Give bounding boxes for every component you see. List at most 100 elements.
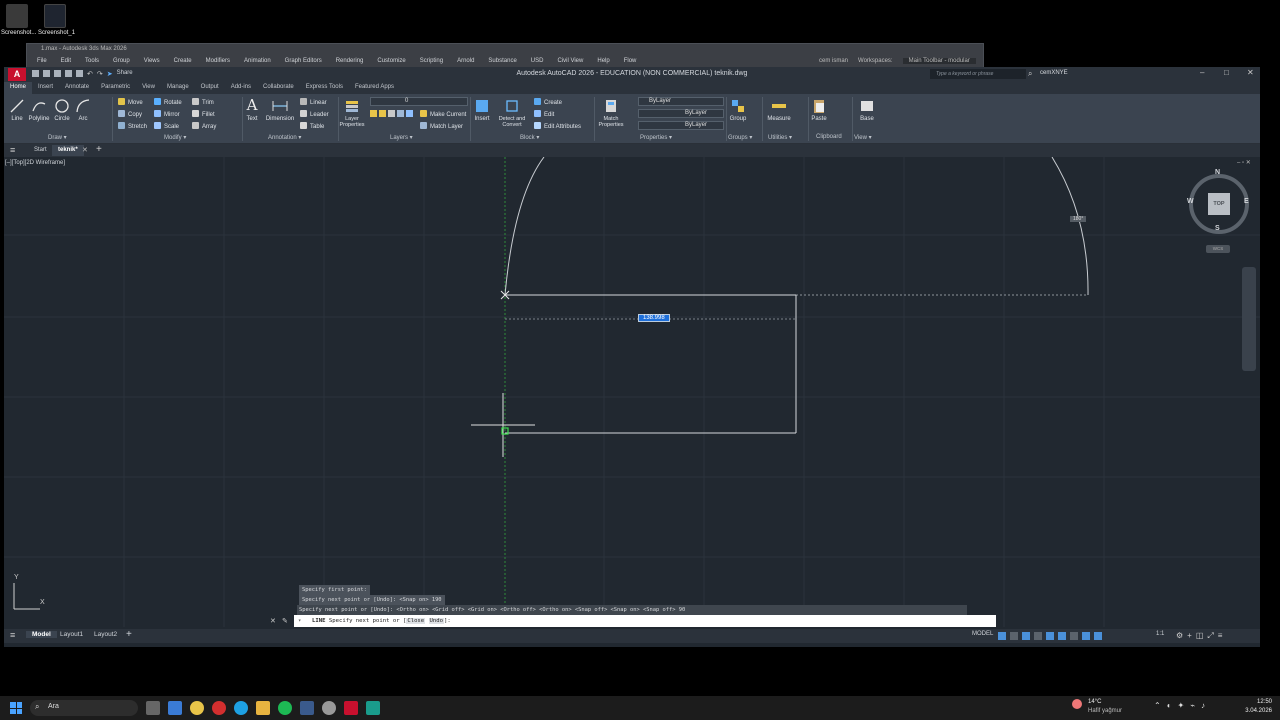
layers-panel-title[interactable]: Layers ▾ (390, 134, 413, 141)
store-icon[interactable] (168, 701, 182, 715)
max-workspace-select[interactable]: Main Toolbar - modular (902, 58, 976, 64)
system-tray-icons[interactable]: ⌃◐✦⌁♪ (1154, 701, 1211, 710)
task-view-icon[interactable] (146, 701, 160, 715)
max-menu-item[interactable]: Scripting (414, 58, 451, 64)
modify-panel-title[interactable]: Modify ▾ (164, 134, 186, 141)
navigation-bar[interactable] (1242, 267, 1256, 371)
max-menu-item[interactable]: Views (138, 58, 168, 64)
tab-view[interactable]: View (136, 82, 161, 94)
spotify-icon[interactable] (278, 701, 292, 715)
create-block-button[interactable]: Create (534, 98, 562, 106)
max-menu-item[interactable]: Create (168, 58, 200, 64)
tab-express-tools[interactable]: Express Tools (300, 82, 349, 94)
windows-start-icon[interactable] (10, 702, 22, 714)
trim-button[interactable]: Trim (192, 98, 214, 106)
lineweight-dropdown[interactable]: ByLayer (638, 121, 724, 130)
viewcube-east[interactable]: E (1244, 198, 1249, 205)
transparency-toggle-icon[interactable] (1082, 632, 1090, 640)
match-properties-button[interactable]: Match Properties (596, 98, 626, 128)
layer-properties-button[interactable]: Layer Properties (338, 98, 366, 128)
desktop-icon-screenshot[interactable] (6, 4, 28, 28)
autocad-taskbar-icon[interactable] (344, 701, 358, 715)
minimize-button[interactable]: – (1200, 68, 1204, 77)
clipboard-panel-title[interactable]: Clipboard (816, 134, 842, 140)
tab-featured-apps[interactable]: Featured Apps (349, 82, 400, 94)
weather-desc[interactable]: Hafif yağmur (1088, 708, 1122, 714)
tab-insert[interactable]: Insert (32, 82, 59, 94)
leader-button[interactable]: Leader (300, 110, 329, 118)
drawing-tab-teknik[interactable]: teknik* (52, 145, 84, 156)
array-button[interactable]: Array (192, 122, 216, 130)
line-button[interactable]: Line (8, 98, 26, 122)
drawing-canvas[interactable] (4, 157, 1260, 627)
status-right-icons[interactable]: ⚙+◫⤢≡ (1176, 631, 1226, 641)
edge-icon[interactable] (234, 701, 248, 715)
desktop-icon-screenshot-1[interactable] (44, 4, 66, 28)
file-explorer-icon[interactable] (256, 701, 270, 715)
scale-button[interactable]: Scale (154, 122, 179, 130)
close-tab-icon[interactable]: ✕ (82, 146, 88, 154)
tab-output[interactable]: Output (195, 82, 225, 94)
max-menu-item[interactable]: Group (107, 58, 138, 64)
drawing-viewport[interactable]: [–][Top][2D Wireframe] – ▫ ✕ 138.998 180… (4, 157, 1260, 627)
layer-dropdown[interactable]: 0 (370, 97, 468, 106)
model-tab[interactable]: Model (26, 631, 57, 638)
max-menu-item[interactable]: File (31, 58, 55, 64)
max-menu-item[interactable]: Edit (55, 58, 79, 64)
max-menu-item[interactable]: Substance (482, 58, 524, 64)
command-option-undo[interactable]: Undo (428, 618, 445, 624)
layer-tool-icon[interactable] (379, 110, 386, 117)
fillet-button[interactable]: Fillet (192, 110, 215, 118)
base-view-button[interactable]: Base (856, 98, 878, 122)
layer-tool-icon[interactable] (397, 110, 404, 117)
ortho-toggle-icon[interactable] (1022, 632, 1030, 640)
properties-panel-title[interactable]: Properties ▾ (640, 134, 672, 141)
linear-dim-button[interactable]: Linear (300, 98, 327, 106)
linetype-dropdown[interactable]: ByLayer (638, 109, 724, 118)
osnap-toggle-icon[interactable] (1046, 632, 1054, 640)
close-command-icon[interactable]: ✕ (270, 617, 276, 625)
layer-tool-icon[interactable] (370, 110, 377, 117)
wcs-menu[interactable]: WCS (1206, 245, 1230, 253)
start-tab[interactable]: Start (28, 145, 53, 156)
taskbar-search-box[interactable]: ⌕ Ara (30, 700, 138, 716)
max-menu-item[interactable]: Customize (371, 58, 413, 64)
layer-tool-icon[interactable] (406, 110, 413, 117)
copy-button[interactable]: Copy (118, 110, 142, 118)
dynamic-input-value[interactable]: 138.998 (638, 314, 670, 322)
otrack-toggle-icon[interactable] (1058, 632, 1066, 640)
grid-toggle-icon[interactable] (998, 632, 1006, 640)
chrome-icon[interactable] (190, 701, 204, 715)
viewcube-top-face[interactable]: TOP (1208, 193, 1230, 215)
match-layer-button[interactable]: Match Layer (420, 122, 463, 130)
clock-date[interactable]: 3.04.2026 (1236, 708, 1272, 714)
measure-button[interactable]: Measure (766, 98, 792, 122)
annotation-visibility-icon[interactable] (1094, 632, 1102, 640)
hamburger-menu-icon[interactable]: ≡ (10, 145, 15, 155)
edit-attributes-button[interactable]: Edit Attributes (534, 122, 581, 130)
3dsmax-window[interactable]: 1.max - Autodesk 3ds Max 2026 File Edit … (26, 43, 984, 69)
move-button[interactable]: Move (118, 98, 143, 106)
customize-command-icon[interactable]: ✎ (282, 617, 288, 625)
circle-button[interactable]: Circle (52, 98, 72, 122)
max-menu-item[interactable]: Arnold (451, 58, 482, 64)
snap-toggle-icon[interactable] (1010, 632, 1018, 640)
lineweight-toggle-icon[interactable] (1070, 632, 1078, 640)
new-tab-button[interactable]: + (96, 144, 102, 155)
layout2-tab[interactable]: Layout2 (94, 631, 117, 638)
rotate-button[interactable]: Rotate (154, 98, 182, 106)
view-panel-title[interactable]: View ▾ (854, 134, 872, 141)
tab-annotate[interactable]: Annotate (59, 82, 95, 94)
command-option-close[interactable]: Close (406, 618, 426, 624)
annotation-panel-title[interactable]: Annotation ▾ (268, 134, 301, 141)
draw-panel-title[interactable]: Draw ▾ (48, 134, 67, 141)
detect-convert-button[interactable]: Detect and Convert (494, 98, 530, 128)
tab-parametric[interactable]: Parametric (95, 82, 136, 94)
settings-app-icon[interactable] (322, 701, 336, 715)
insert-block-button[interactable]: Insert (472, 98, 492, 122)
max-menu-item[interactable]: Civil View (551, 58, 591, 64)
annotation-scale[interactable]: 1:1 (1156, 631, 1164, 637)
command-line-input[interactable]: ▾ LINE Specify next point or [Close Undo… (294, 615, 996, 627)
model-space-indicator[interactable]: MODEL (972, 631, 993, 637)
edit-block-button[interactable]: Edit (534, 110, 554, 118)
